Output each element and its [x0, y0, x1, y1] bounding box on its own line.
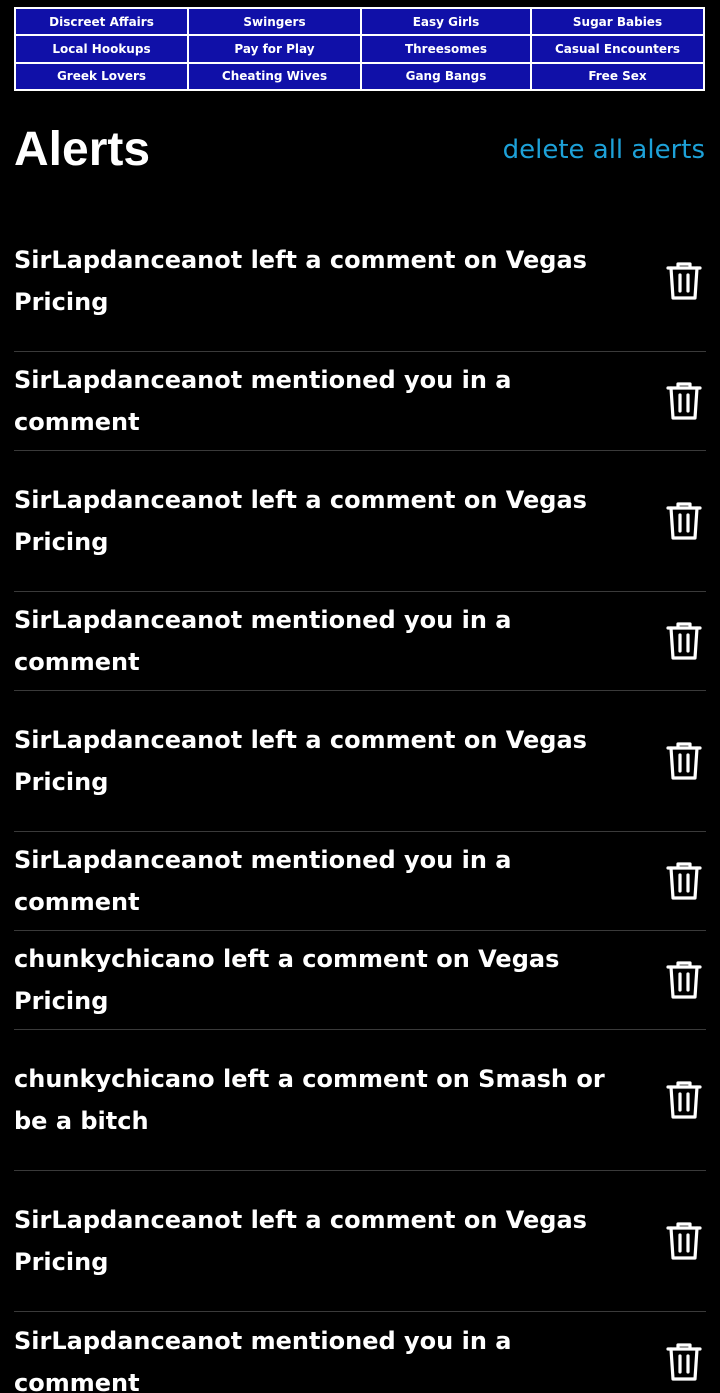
alert-item: chunkychicano left a comment on Smash or… — [14, 1030, 706, 1171]
alert-item: SirLapdanceanot left a comment on Vegas … — [14, 211, 706, 352]
trash-icon[interactable] — [662, 619, 706, 663]
banner-link-discreet-affairs[interactable]: Discreet Affairs — [16, 9, 187, 35]
banner-link-swingers[interactable]: Swingers — [189, 9, 360, 35]
trash-icon[interactable] — [662, 379, 706, 423]
alert-text[interactable]: SirLapdanceanot mentioned you in a comme… — [14, 599, 662, 683]
alert-text[interactable]: SirLapdanceanot left a comment on Vegas … — [14, 479, 662, 563]
alert-item: chunkychicano left a comment on Vegas Pr… — [14, 931, 706, 1030]
trash-icon[interactable] — [662, 1340, 706, 1384]
trash-icon[interactable] — [662, 739, 706, 783]
banner-link-threesomes[interactable]: Threesomes — [362, 36, 530, 62]
ad-link-banner: Discreet Affairs Swingers Easy Girls Sug… — [14, 7, 705, 91]
alert-list: SirLapdanceanot left a comment on Vegas … — [14, 211, 706, 1393]
banner-link-local-hookups[interactable]: Local Hookups — [16, 36, 187, 62]
banner-link-pay-for-play[interactable]: Pay for Play — [189, 36, 360, 62]
banner-link-free-sex[interactable]: Free Sex — [532, 63, 703, 89]
alert-text[interactable]: SirLapdanceanot left a comment on Vegas … — [14, 239, 662, 323]
alert-item: SirLapdanceanot mentioned you in a comme… — [14, 592, 706, 691]
alert-item: SirLapdanceanot left a comment on Vegas … — [14, 691, 706, 832]
trash-icon[interactable] — [662, 499, 706, 543]
alert-text[interactable]: SirLapdanceanot mentioned you in a comme… — [14, 359, 662, 443]
alert-item: SirLapdanceanot left a comment on Vegas … — [14, 451, 706, 592]
alert-item: SirLapdanceanot left a comment on Vegas … — [14, 1171, 706, 1312]
banner-link-greek-lovers[interactable]: Greek Lovers — [16, 63, 187, 89]
trash-icon[interactable] — [662, 859, 706, 903]
alert-text[interactable]: chunkychicano left a comment on Smash or… — [14, 1058, 662, 1142]
alert-text[interactable]: SirLapdanceanot mentioned you in a comme… — [14, 839, 662, 923]
banner-link-easy-girls[interactable]: Easy Girls — [362, 9, 530, 35]
alert-item: SirLapdanceanot mentioned you in a comme… — [14, 1312, 706, 1393]
alert-text[interactable]: SirLapdanceanot left a comment on Vegas … — [14, 719, 662, 803]
page-title: Alerts — [14, 123, 151, 176]
alert-text[interactable]: SirLapdanceanot left a comment on Vegas … — [14, 1199, 662, 1283]
trash-icon[interactable] — [662, 958, 706, 1002]
banner-link-cheating-wives[interactable]: Cheating Wives — [189, 63, 360, 89]
trash-icon[interactable] — [662, 1219, 706, 1263]
alert-item: SirLapdanceanot mentioned you in a comme… — [14, 832, 706, 931]
trash-icon[interactable] — [662, 259, 706, 303]
banner-link-casual-encounters[interactable]: Casual Encounters — [532, 36, 703, 62]
trash-icon[interactable] — [662, 1078, 706, 1122]
alerts-page: Discreet Affairs Swingers Easy Girls Sug… — [0, 0, 720, 1393]
alert-text[interactable]: SirLapdanceanot mentioned you in a comme… — [14, 1320, 662, 1393]
alert-item: SirLapdanceanot mentioned you in a comme… — [14, 352, 706, 451]
banner-link-sugar-babies[interactable]: Sugar Babies — [532, 9, 703, 35]
banner-link-gang-bangs[interactable]: Gang Bangs — [362, 63, 530, 89]
delete-all-alerts-link[interactable]: delete all alerts — [503, 133, 705, 167]
alert-text[interactable]: chunkychicano left a comment on Vegas Pr… — [14, 938, 662, 1022]
